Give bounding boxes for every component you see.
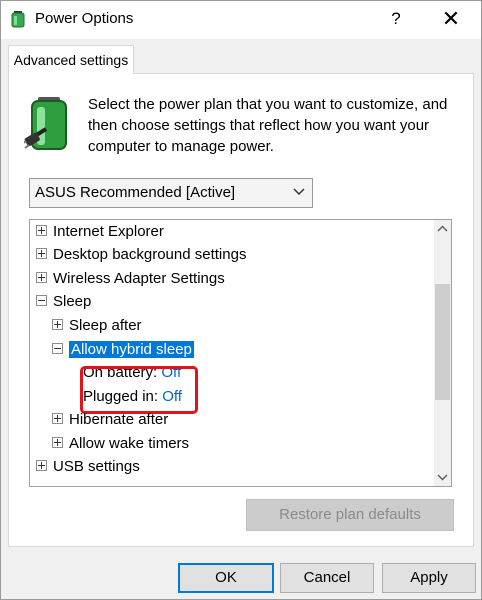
close-button[interactable]: ✕ [433,6,469,32]
collapse-icon[interactable] [36,295,47,307]
tree-item-sleep-after[interactable]: Sleep after [52,315,142,337]
apply-button[interactable]: Apply [382,563,476,593]
expand-icon[interactable] [52,319,63,331]
tree-item-allow-hybrid-sleep[interactable]: Allow hybrid sleep [52,339,194,361]
power-options-icon [11,11,25,28]
cancel-button[interactable]: Cancel [280,563,374,593]
power-options-window: Power Options ? ✕ Advanced settings Sele… [0,0,482,600]
expand-icon[interactable] [52,413,63,425]
tree-item-hibernate-after[interactable]: Hibernate after [52,409,168,431]
tree-item-label: Hibernate after [69,411,169,428]
tree-item-label: Internet Explorer [53,223,164,240]
tree-scrollbar[interactable] [434,220,451,486]
tab-advanced-settings[interactable]: Advanced settings [8,45,134,74]
window-title: Power Options [35,10,134,27]
tree-item-wireless-adapter[interactable]: Wireless Adapter Settings [36,268,225,290]
tree-item-allow-wake-timers[interactable]: Allow wake timers [52,433,189,455]
settings-tree[interactable]: Internet Explorer Desktop background set… [29,219,452,487]
scroll-up-icon[interactable] [434,220,451,237]
tree-item-label: Wireless Adapter Settings [53,270,225,287]
highlight-annotation [80,366,198,414]
tree-item-sleep[interactable]: Sleep [36,291,91,313]
scroll-thumb[interactable] [435,284,450,400]
tree-item-label-selected: Allow hybrid sleep [69,341,194,358]
tree-item-desktop-background[interactable]: Desktop background settings [36,244,246,266]
tree-item-label: Sleep after [69,317,142,334]
expand-icon[interactable] [52,437,63,449]
tree-item-internet-explorer[interactable]: Internet Explorer [36,221,164,243]
scroll-down-icon[interactable] [434,469,451,486]
tree-item-label: Desktop background settings [53,246,247,263]
tree-item-label: Sleep [53,293,92,310]
tree-item-label: Allow wake timers [69,435,190,452]
expand-icon[interactable] [36,460,47,472]
ok-button[interactable]: OK [178,563,274,593]
plan-select-value: ASUS Recommended [Active] [35,184,236,201]
collapse-icon[interactable] [52,343,63,355]
help-button[interactable]: ? [381,6,411,32]
restore-plan-defaults-button[interactable]: Restore plan defaults [246,499,454,531]
title-bar: Power Options ? ✕ [1,1,481,39]
tree-item-usb-settings[interactable]: USB settings [36,456,140,478]
tree-item-label: USB settings [53,458,140,475]
expand-icon[interactable] [36,272,47,284]
battery-plug-icon [24,97,67,150]
expand-icon[interactable] [36,225,47,237]
plan-description: Select the power plan that you want to c… [88,96,448,155]
power-plan-select[interactable]: ASUS Recommended [Active] [29,178,313,208]
expand-icon[interactable] [36,248,47,260]
chevron-down-icon [293,188,305,196]
